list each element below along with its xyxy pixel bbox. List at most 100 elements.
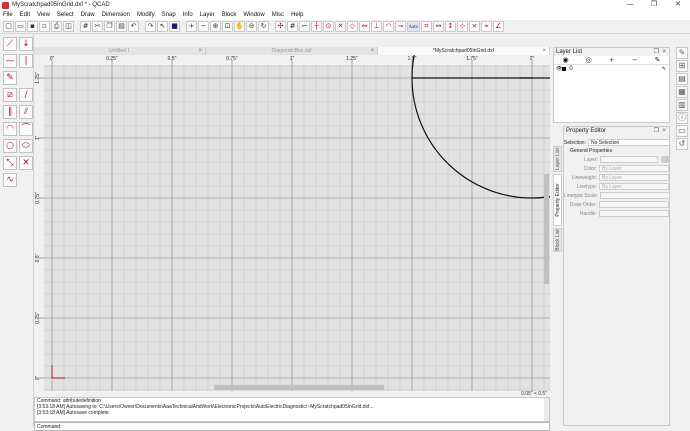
snap-perpendicular-icon[interactable]: ⊥ (371, 21, 382, 32)
tab-diagnosticbox[interactable]: DiagnosticBox.dxf × (206, 47, 378, 55)
save-icon[interactable]: ▪ (27, 21, 38, 32)
history-tool-icon[interactable]: ↺ (676, 138, 688, 150)
linetype-scale-field[interactable] (600, 192, 670, 199)
snap-middle-icon[interactable]: ┼ (311, 21, 322, 32)
zoom-window-icon[interactable]: ⊡ (222, 21, 233, 32)
side-tab-layer-list[interactable]: Layer List (553, 146, 562, 172)
remove-layer-icon[interactable]: − (632, 56, 638, 64)
close-panel-icon[interactable]: × (662, 48, 666, 56)
info-tool-icon[interactable]: ⓘ (676, 112, 688, 124)
maximize-button[interactable]: ❐ (642, 0, 666, 10)
side-tab-block-list[interactable]: Block List (553, 228, 562, 252)
snap-endpoint-icon[interactable]: ⌐ (299, 21, 310, 32)
snap-tangential-icon[interactable]: ◠ (383, 21, 394, 32)
redo-icon[interactable]: ↷ (145, 21, 156, 32)
menu-dimension[interactable]: Dimension (102, 12, 130, 18)
float-panel-icon[interactable]: ❐ (654, 48, 659, 56)
circle-tool-icon[interactable]: ○ (3, 139, 17, 153)
save-as-icon[interactable]: ▫ (39, 21, 50, 32)
redraw-icon[interactable]: ↻ (258, 21, 269, 32)
arc-tangent-tool-icon[interactable]: ⌒ (19, 122, 33, 136)
side-tab-property-editor[interactable]: Property Editor (553, 174, 562, 226)
scale-tool-icon[interactable]: ⤡ (3, 156, 17, 170)
new-icon[interactable]: □ (3, 21, 14, 32)
snap-grid-icon[interactable]: # (287, 21, 298, 32)
layer-row[interactable]: 👁 0 ✎ (554, 65, 669, 73)
drawing-canvas[interactable]: 0"0.25"0.5"0.75"1"1.25"1.5"1.75"2"2.25"2… (34, 55, 550, 391)
tab-myscratchpad[interactable]: *MyScratchpad05InGrid.dxf × (378, 47, 550, 55)
close-panel-icon[interactable]: × (662, 127, 666, 135)
menu-edit[interactable]: Edit (20, 12, 30, 18)
draw-order-field[interactable] (599, 201, 669, 208)
command-input[interactable]: Command: (34, 422, 550, 431)
menu-select[interactable]: Select (57, 12, 74, 18)
menu-draw[interactable]: Draw (81, 12, 95, 18)
linetype-dropdown[interactable]: By Layer (599, 183, 669, 190)
arc-tool-icon[interactable]: ◠ (3, 122, 17, 136)
shape-tool-icon[interactable]: ⧄ (3, 88, 17, 102)
zoom-out-icon[interactable]: − (198, 21, 209, 32)
float-panel-icon[interactable]: ❐ (654, 127, 659, 135)
menu-snap[interactable]: Snap (162, 12, 176, 18)
restrict-orthogonal-icon[interactable]: ⊹ (457, 21, 468, 32)
line-tool-icon[interactable]: ⟋ (3, 37, 17, 51)
canvas-vertical-scrollbar[interactable] (544, 174, 549, 284)
double-line-tool-icon[interactable]: ⫽ (19, 105, 33, 119)
console-scrollbar[interactable] (544, 398, 549, 421)
block-icon[interactable]: ■ (169, 21, 180, 32)
close-tab-icon[interactable]: × (542, 47, 546, 55)
layer-tool-icon[interactable]: ▤ (676, 73, 688, 85)
menu-file[interactable]: File (3, 12, 13, 18)
snap-center-icon[interactable]: ⊙ (323, 21, 334, 32)
paste-icon[interactable]: ▤ (116, 21, 127, 32)
snap-onentity-icon[interactable]: ⊸ (395, 21, 406, 32)
layer-dropdown[interactable] (600, 156, 658, 163)
cut-icon[interactable]: ✂ (92, 21, 103, 32)
restrict-horizontal-icon[interactable]: ↔ (433, 21, 444, 32)
menu-misc[interactable]: Misc (272, 12, 284, 18)
edit-layer-icon[interactable]: ✎ (655, 56, 661, 64)
hide-all-layers-icon[interactable]: ◎ (586, 56, 592, 64)
zoom-in-icon[interactable]: + (186, 21, 197, 32)
cross-tool-icon[interactable]: ✕ (19, 156, 33, 170)
menu-layer[interactable]: Layer (200, 12, 215, 18)
snap-intersection-icon[interactable]: ✕ (335, 21, 346, 32)
snap-distance-icon[interactable]: ↔ (359, 21, 370, 32)
open-icon[interactable]: ▭ (15, 21, 26, 32)
grid-icon[interactable]: # (80, 21, 91, 32)
color-dropdown[interactable]: By Layer (599, 165, 669, 172)
spline-tool-icon[interactable]: ∿ (3, 173, 17, 187)
selection-dropdown[interactable]: No Selection (587, 139, 670, 146)
restrict-off-icon[interactable]: ⨯ (469, 21, 480, 32)
measure-tool-icon[interactable]: ⊞ (676, 60, 688, 72)
restrict-icon[interactable]: ⌗ (421, 21, 432, 32)
properties-tool-icon[interactable]: ✎ (676, 47, 688, 59)
print-preview-icon[interactable]: ◫ (63, 21, 74, 32)
tab-untitled-1[interactable]: Untitled 1 × (34, 47, 206, 55)
minimize-button[interactable]: — (618, 0, 642, 10)
print-icon[interactable]: ⎙ (51, 21, 62, 32)
snap-reference-icon[interactable]: ◇ (347, 21, 358, 32)
close-tab-icon[interactable]: × (198, 47, 202, 55)
menu-view[interactable]: View (37, 12, 50, 18)
lineweight-dropdown[interactable]: By Layer (599, 174, 669, 181)
copy-icon[interactable]: ❐ (104, 21, 115, 32)
add-layer-icon[interactable]: + (609, 56, 615, 64)
zoom-previous-icon[interactable]: ⊖ (246, 21, 257, 32)
pen-tool-icon[interactable]: ✎ (3, 71, 17, 85)
line-vertical-down-tool-icon[interactable]: | (19, 54, 33, 68)
zoom-auto-icon[interactable]: ⊕ (210, 21, 221, 32)
drawing-svg[interactable]: 0"0.25"0.5"0.75"1"1.25"1.5"1.75"2"2.25"2… (34, 55, 550, 391)
close-button[interactable]: ✕ (666, 0, 690, 10)
undo-icon[interactable]: ↶ (128, 21, 139, 32)
console-tool-icon[interactable]: ▭ (676, 125, 688, 137)
line-horizontal-tool-icon[interactable]: — (3, 54, 17, 68)
layer-edit-icon[interactable]: ✎ (662, 66, 666, 72)
close-tab-icon[interactable]: × (370, 47, 374, 55)
snap-free-icon[interactable]: ✣ (275, 21, 286, 32)
parallel-line-tool-icon[interactable]: ∥ (3, 105, 17, 119)
menu-modify[interactable]: Modify (137, 12, 155, 18)
menu-block[interactable]: Block (222, 12, 237, 18)
library-tool-icon[interactable]: ▥ (676, 99, 688, 111)
snap-coordinate-icon[interactable]: ⌖ (481, 21, 492, 32)
